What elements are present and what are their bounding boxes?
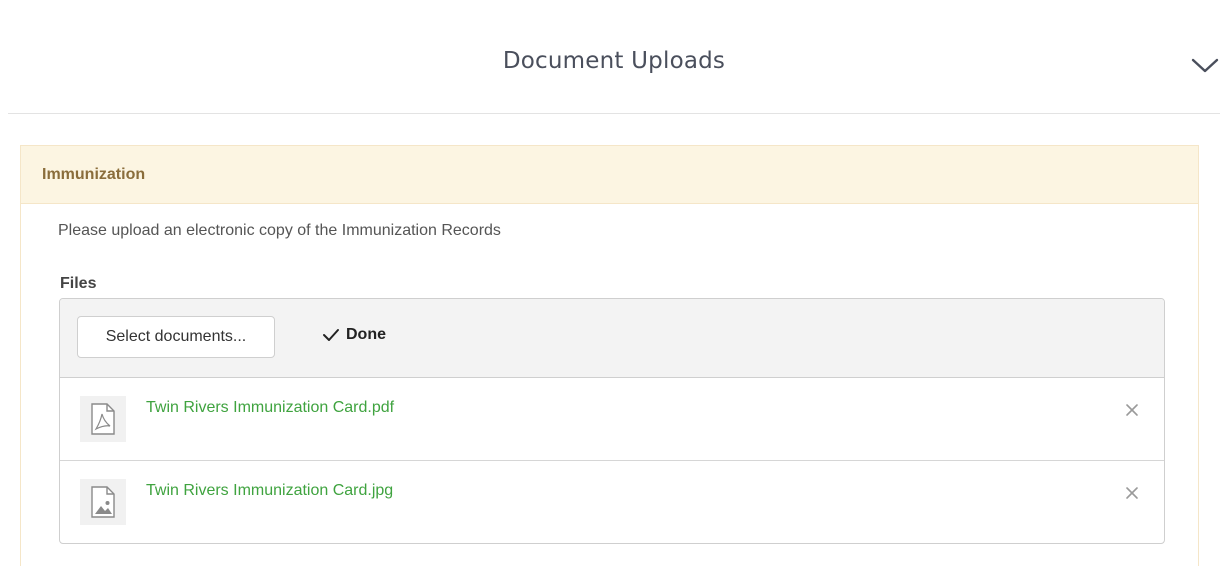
done-label: Done [346, 326, 386, 343]
immunization-panel: Immunization Please upload an electronic… [20, 145, 1199, 566]
checkmark-icon [323, 329, 339, 341]
image-file-icon [80, 479, 126, 525]
chevron-down-icon[interactable] [1190, 52, 1220, 76]
page-header: Document Uploads [8, 0, 1220, 114]
file-row: Twin Rivers Immunization Card.jpg [60, 461, 1164, 543]
page-title: Document Uploads [502, 48, 726, 74]
file-row: Twin Rivers Immunization Card.pdf [60, 378, 1164, 461]
file-link[interactable]: Twin Rivers Immunization Card.pdf [146, 399, 394, 417]
panel-description: Please upload an electronic copy of the … [58, 222, 501, 239]
panel-heading: Immunization [21, 146, 1198, 204]
files-label: Files [60, 275, 97, 292]
upload-done-status: Done [322, 326, 386, 344]
remove-file-icon[interactable] [1122, 483, 1142, 503]
select-documents-button[interactable]: Select documents... [77, 316, 275, 358]
file-link[interactable]: Twin Rivers Immunization Card.jpg [146, 482, 393, 500]
pdf-file-icon [80, 396, 126, 442]
upload-toolbar: Select documents... Done [60, 299, 1164, 378]
remove-file-icon[interactable] [1122, 400, 1142, 420]
file-upload-widget: Select documents... Done Twin Rivers Imm… [59, 298, 1165, 544]
